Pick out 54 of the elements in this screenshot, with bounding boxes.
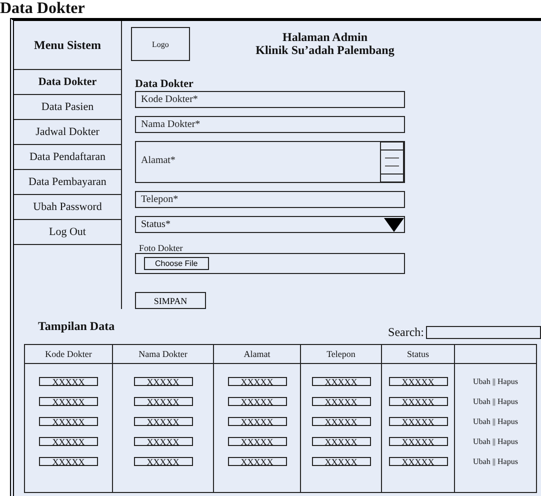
row-actions-link[interactable]: Ubah || Hapus (473, 397, 518, 406)
file-field[interactable]: Choose File (135, 253, 405, 274)
page-title: Data Dokter (0, 0, 85, 18)
column-header: Nama Dokter (113, 345, 214, 364)
logo: Logo (131, 27, 190, 61)
status-dropdown[interactable]: Status* (135, 216, 405, 233)
table-cell: XXXXX (39, 437, 98, 446)
table-cell: XXXXX (134, 397, 192, 406)
column-header: Kode Dokter (25, 345, 113, 364)
row-actions-link[interactable]: Ubah || Hapus (473, 417, 518, 426)
table-cell: XXXXX (388, 397, 448, 406)
text-field[interactable]: Nama Dokter* (135, 116, 405, 133)
table-cell: XXXXX (228, 457, 286, 466)
textarea-field[interactable]: Alamat* (135, 141, 405, 183)
table-cell: XXXXX (228, 377, 286, 386)
table-cell: XXXXX (312, 397, 370, 406)
form-title: Data Dokter (135, 78, 194, 90)
field-label: Foto Dokter (139, 243, 184, 253)
table-cell: XXXXX (134, 417, 192, 426)
table-cell: XXXXX (388, 377, 448, 386)
row-actions-link[interactable]: Ubah || Hapus (473, 437, 518, 446)
row-actions-link[interactable]: Ubah || Hapus (473, 457, 518, 466)
column-header: Status (382, 345, 455, 364)
table-cell: XXXXX (134, 457, 192, 466)
header-title: Klinik Su’adah Palembang (254, 44, 396, 57)
column-header: Telepon (301, 345, 382, 364)
table-cell: XXXXX (134, 437, 192, 446)
choose-file-button[interactable]: Choose File (144, 257, 209, 270)
table-cell: XXXXX (228, 397, 286, 406)
column-header: Alamat (214, 345, 301, 364)
table-cell: XXXXX (39, 417, 98, 426)
table-cell: XXXXX (388, 457, 448, 466)
text-field[interactable]: Telepon* (135, 191, 405, 208)
table-cell: XXXXX (312, 437, 370, 446)
table-cell: XXXXX (312, 417, 370, 426)
table-cell: XXXXX (39, 397, 98, 406)
table-cell: XXXXX (39, 377, 98, 386)
scrollbar-icon[interactable] (380, 142, 404, 182)
search-label: Search: (388, 325, 424, 340)
table-cell: XXXXX (39, 457, 98, 466)
table-cell: XXXXX (312, 377, 370, 386)
table-cell: XXXXX (228, 417, 286, 426)
dropdown-triangle-icon (384, 218, 404, 232)
search-field[interactable] (426, 326, 541, 339)
save-button[interactable]: SIMPAN (135, 292, 206, 309)
table-cell: XXXXX (134, 377, 192, 386)
table-cell: XXXXX (228, 437, 286, 446)
text-field[interactable]: Kode Dokter* (135, 91, 405, 108)
table-cell: XXXXX (388, 417, 448, 426)
table-cell: XXXXX (312, 457, 370, 466)
row-actions-link[interactable]: Ubah || Hapus (473, 377, 518, 386)
section-title: Tampilan Data (38, 319, 115, 334)
table-cell: XXXXX (388, 437, 448, 446)
header-title: Halaman Admin (281, 31, 369, 44)
